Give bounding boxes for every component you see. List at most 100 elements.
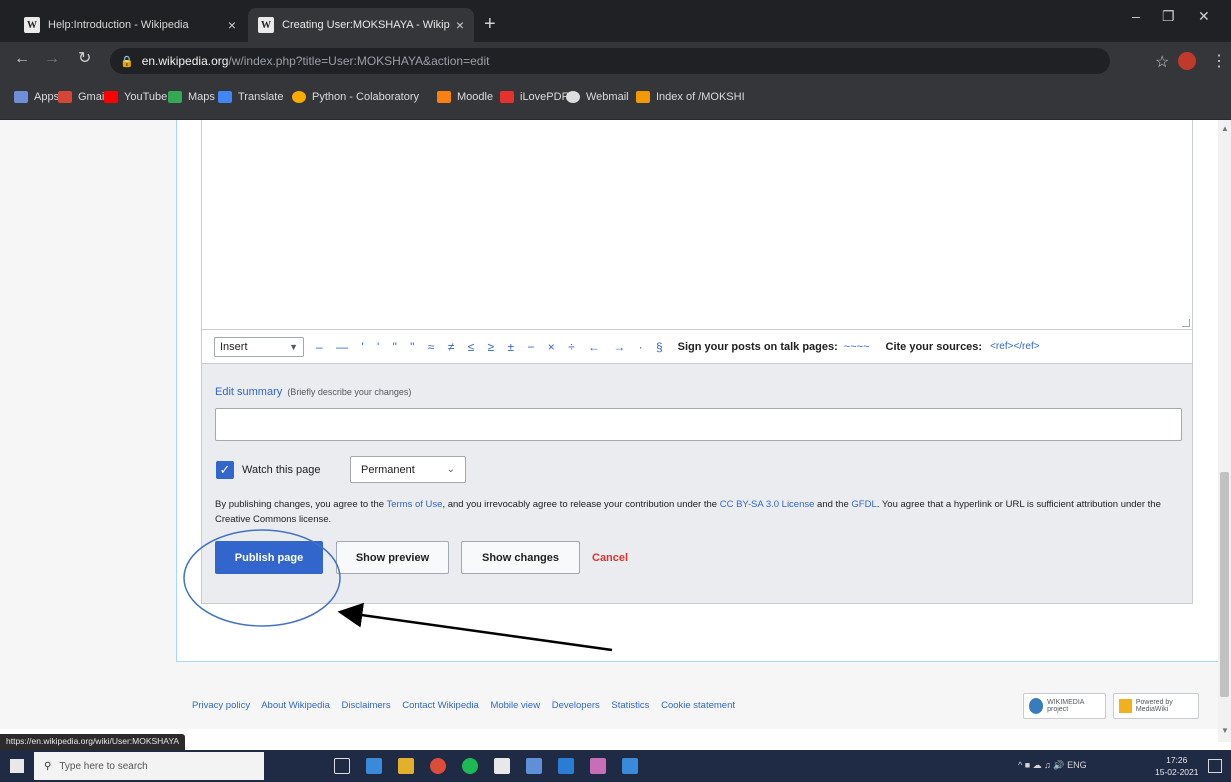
- show-changes-button[interactable]: Show changes: [461, 541, 580, 574]
- chevron-down-icon: ▼: [289, 341, 298, 352]
- page-viewport: Insert ▼ – — ' ' " " ≈ ≠ ≤ ≥ ± − × ÷ ← →…: [0, 120, 1218, 729]
- link-status-bubble: https://en.wikipedia.org/wiki/User:MOKSH…: [0, 734, 186, 750]
- ilovepdf-icon: [500, 91, 514, 103]
- maps-icon: [168, 91, 182, 103]
- taskbar-clock[interactable]: 17:26 15-02-2021: [1155, 754, 1198, 778]
- resize-grip-icon[interactable]: [1182, 319, 1190, 327]
- search-icon: ⚲: [44, 760, 52, 772]
- app-icon[interactable]: [622, 758, 638, 774]
- profile-avatar-icon[interactable]: [1178, 52, 1196, 70]
- wikipedia-favicon-icon: W: [24, 17, 40, 33]
- chevron-down-icon: ⌄: [446, 464, 455, 475]
- footer-link[interactable]: Disclaimers: [342, 700, 391, 711]
- folder-icon: [636, 91, 650, 103]
- gmail-icon: [58, 91, 72, 103]
- show-preview-button[interactable]: Show preview: [336, 541, 449, 574]
- url-domain: en.wikipedia.org: [141, 54, 229, 68]
- url-input[interactable]: 🔒 en.wikipedia.org /w/index.php?title=Us…: [110, 48, 1110, 74]
- task-view-icon[interactable]: [334, 758, 350, 774]
- youtube-icon: [104, 91, 118, 103]
- scroll-down-icon[interactable]: ▼: [1221, 726, 1229, 735]
- license-notice: By publishing changes, you agree to the …: [215, 499, 1161, 525]
- publish-page-button[interactable]: Publish page: [215, 541, 323, 574]
- app-icon[interactable]: [398, 758, 414, 774]
- file-explorer-icon[interactable]: [366, 758, 382, 774]
- content-area: Insert ▼ – — ' ' " " ≈ ≠ ≤ ≥ ± − × ÷ ← →…: [176, 120, 1218, 662]
- scroll-thumb[interactable]: [1220, 472, 1229, 697]
- lock-icon: 🔒: [120, 55, 134, 68]
- wikitext-editor[interactable]: [201, 120, 1193, 330]
- menu-kebab-icon[interactable]: ⋮: [1211, 51, 1227, 71]
- url-path: /w/index.php?title=User:MOKSHAYA&action=…: [228, 54, 490, 68]
- bookmark-maps[interactable]: Maps: [168, 91, 215, 103]
- mediawiki-logo-icon: [1119, 699, 1132, 713]
- back-arrow-icon[interactable]: ←: [14, 51, 30, 67]
- edit-summary-input[interactable]: [215, 408, 1182, 441]
- special-characters[interactable]: – — ' ' " " ≈ ≠ ≤ ≥ ± − × ÷ ← → · §: [316, 340, 668, 354]
- vertical-scrollbar[interactable]: ▲ ▼: [1218, 120, 1231, 742]
- edit-summary-link[interactable]: Edit summary: [215, 386, 282, 398]
- watch-period-select[interactable]: Permanent ⌄: [350, 456, 466, 483]
- minimize-icon[interactable]: –: [1132, 8, 1140, 24]
- footer-link[interactable]: Developers: [552, 700, 600, 711]
- bookmark-youtube[interactable]: YouTube: [104, 91, 167, 103]
- ref-tag-link[interactable]: <ref></ref>: [990, 341, 1039, 352]
- new-tab-button[interactable]: +: [484, 14, 496, 34]
- forward-arrow-icon[interactable]: →: [44, 51, 60, 67]
- tab-help-introduction[interactable]: W Help:Introduction - Wikipedia ×: [14, 8, 246, 42]
- vscode-icon[interactable]: [558, 758, 574, 774]
- moodle-icon: [437, 91, 451, 103]
- taskbar-search-input[interactable]: ⚲ Type here to search: [34, 752, 264, 780]
- tab-close-icon[interactable]: ×: [456, 17, 464, 33]
- char-insert-bar: Insert ▼ – — ' ' " " ≈ ≠ ≤ ≥ ± − × ÷ ← →…: [201, 330, 1193, 364]
- tab-creating-user[interactable]: W Creating User:MOKSHAYA - Wikip ×: [248, 8, 474, 42]
- translate-icon: [218, 91, 232, 103]
- reload-icon[interactable]: ↻: [78, 51, 91, 67]
- chrome-icon[interactable]: [430, 758, 446, 774]
- footer-link[interactable]: Statistics: [611, 700, 649, 711]
- wikimedia-logo-icon: [1029, 698, 1044, 714]
- insert-select[interactable]: Insert ▼: [214, 336, 304, 357]
- footer-link[interactable]: Cookie statement: [661, 700, 735, 711]
- footer-link[interactable]: About Wikipedia: [261, 700, 330, 711]
- scroll-up-icon[interactable]: ▲: [1221, 124, 1229, 133]
- mediawiki-badge[interactable]: Powered by MediaWiki: [1113, 693, 1199, 719]
- bookmarks-bar: Apps Gmail YouTube Maps Translate Python…: [0, 79, 1231, 120]
- wikimedia-badge[interactable]: WIKIMEDIA project: [1023, 693, 1106, 719]
- store-icon[interactable]: [526, 758, 542, 774]
- cancel-link[interactable]: Cancel: [586, 541, 646, 574]
- tab-title: Help:Introduction - Wikipedia: [48, 19, 189, 31]
- footer-links: Privacy policy About Wikipedia Disclaime…: [192, 700, 744, 711]
- restore-icon[interactable]: ❐: [1162, 8, 1175, 25]
- signature-link[interactable]: ~~~~: [844, 341, 870, 353]
- bookmark-colab[interactable]: Python - Colaboratory: [292, 91, 419, 103]
- bookmark-star-icon[interactable]: ☆: [1155, 52, 1169, 72]
- spotify-icon[interactable]: [462, 758, 478, 774]
- globe-icon: [566, 91, 580, 103]
- bookmark-apps[interactable]: Apps: [14, 91, 59, 103]
- system-tray[interactable]: ^ ■ ☁ ♫ 🔊 ENG: [1018, 760, 1087, 771]
- footer-link[interactable]: Contact Wikipedia: [402, 700, 479, 711]
- close-window-icon[interactable]: ✕: [1198, 8, 1210, 25]
- wikipedia-favicon-icon: W: [258, 17, 274, 33]
- terms-of-use-link[interactable]: Terms of Use: [386, 499, 442, 510]
- apps-grid-icon: [14, 91, 28, 103]
- bookmark-index-mokshi[interactable]: Index of /MOKSHI: [636, 91, 745, 103]
- cc-license-link[interactable]: CC BY-SA 3.0 License: [720, 499, 815, 510]
- footer-link[interactable]: Mobile view: [490, 700, 540, 711]
- notification-icon[interactable]: [1208, 759, 1222, 773]
- footer-link[interactable]: Privacy policy: [192, 700, 250, 711]
- bookmark-gmail[interactable]: Gmail: [58, 91, 107, 103]
- bookmark-moodle[interactable]: Moodle: [437, 91, 493, 103]
- bookmark-translate[interactable]: Translate: [218, 91, 283, 103]
- gfdl-link[interactable]: GFDL: [851, 499, 876, 510]
- bookmark-webmail[interactable]: Webmail: [566, 91, 629, 103]
- tab-close-icon[interactable]: ×: [228, 17, 236, 33]
- windows-start-icon[interactable]: [10, 759, 24, 773]
- address-bar-row: ← → ↻ 🔒 en.wikipedia.org /w/index.php?ti…: [0, 42, 1231, 79]
- app-icon[interactable]: [494, 758, 510, 774]
- edit-summary-label: Edit summary (Briefly describe your chan…: [215, 386, 411, 398]
- watch-checkbox[interactable]: ✓: [216, 461, 234, 479]
- app-icon[interactable]: [590, 758, 606, 774]
- bookmark-ilovepdf[interactable]: iLovePDF: [500, 91, 568, 103]
